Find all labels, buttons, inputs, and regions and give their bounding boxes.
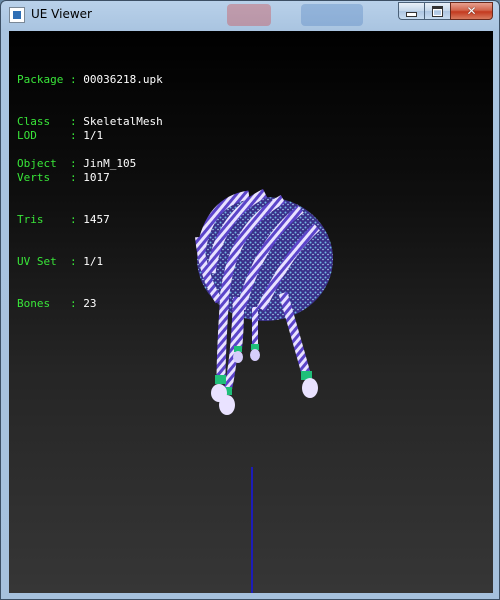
info-row-bones: Bones : 23 [17,297,110,311]
info-separator: : [69,213,77,226]
info-label: Tris [17,213,64,226]
info-label: Package [17,73,64,86]
minimize-icon [406,11,417,17]
maximize-button[interactable] [424,2,450,20]
skeletal-mesh-render [195,188,333,415]
background-window-ghost [301,4,363,26]
info-label: UV Set [17,255,64,268]
title-bar[interactable]: UE Viewer ✕ [1,1,499,31]
info-label: Bones [17,297,64,310]
caption-buttons: ✕ [398,2,493,20]
mesh-foot [219,395,235,415]
mesh-leg [236,304,244,350]
info-row-package: Package : 00036218.upk [17,73,163,87]
info-value: 00036218.upk [83,73,163,86]
info-label: Verts [17,171,64,184]
app-icon [9,7,25,23]
info-separator: : [69,255,77,268]
info-row-uv-set: UV Set : 1/1 [17,255,110,269]
mesh-foot [302,378,318,398]
3d-viewport[interactable]: Package : 00036218.upk Class : SkeletalM… [9,31,493,593]
info-value: 23 [83,297,97,310]
info-value: 1/1 [83,255,104,268]
info-row-tris: Tris : 1457 [17,213,110,227]
info-row-verts: Verts : 1017 [17,171,110,185]
info-value: 1457 [83,213,110,226]
mesh-leg [216,290,230,382]
info-row-lod: LOD : 1/1 [17,129,110,143]
info-value: 1/1 [83,129,104,142]
close-button[interactable]: ✕ [450,2,493,20]
mesh-foot [250,349,260,361]
mesh-info: LOD : 1/1 Verts : 1017 Tris : 1457 UV Se… [17,101,110,339]
maximize-icon [432,5,443,17]
info-separator: : [69,73,77,86]
minimize-button[interactable] [398,2,424,20]
axis-line [251,467,253,593]
info-separator: : [69,171,77,184]
info-separator: : [69,297,77,310]
info-value: 1017 [83,171,110,184]
close-icon: ✕ [466,4,477,18]
mesh-foot [233,351,243,363]
window-title: UE Viewer [31,7,92,21]
info-separator: : [69,129,77,142]
mesh-band [215,375,226,384]
info-label: LOD [17,129,64,142]
app-window: UE Viewer ✕ Package : 00036218.upk Class… [0,0,500,600]
background-window-ghost [227,4,271,26]
